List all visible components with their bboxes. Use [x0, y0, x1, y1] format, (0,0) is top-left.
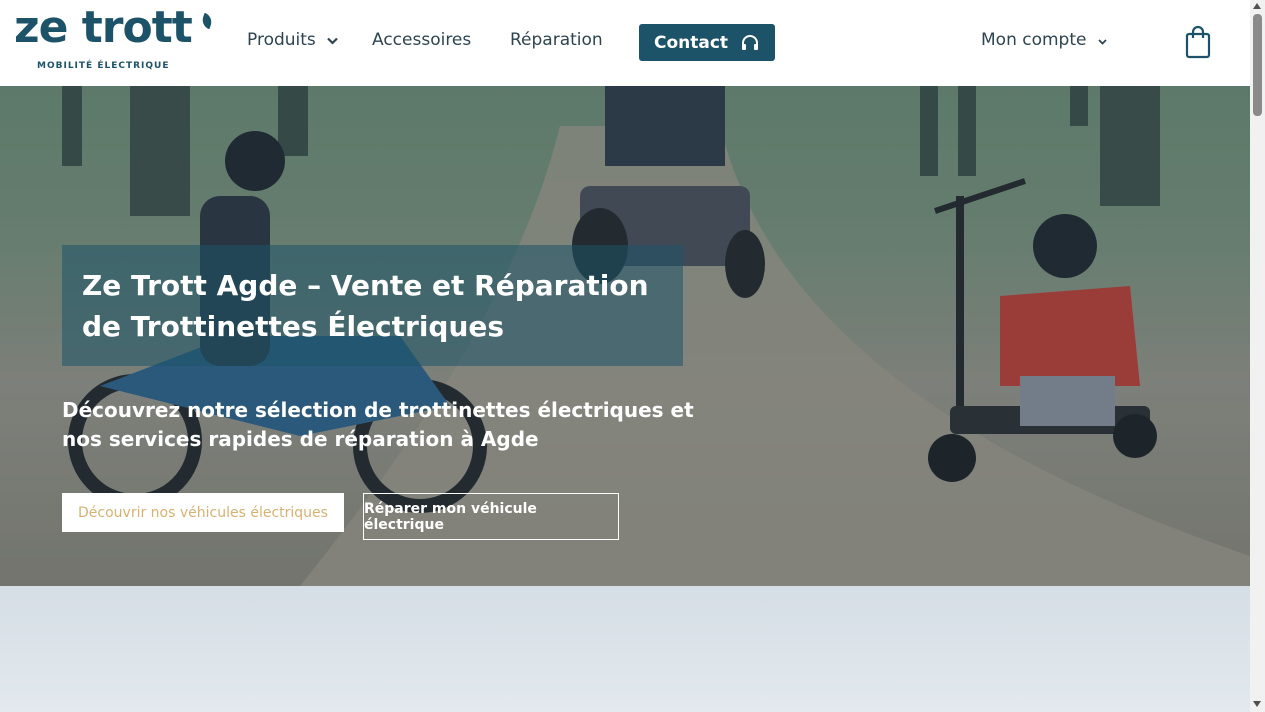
chevron-down-icon [327, 30, 338, 50]
next-section [0, 586, 1250, 712]
hero-title-box: Ze Trott Agde – Vente et Réparation de T… [62, 245, 683, 366]
logo-wordmark: ze trott [14, 2, 193, 53]
discover-vehicles-button[interactable]: Découvrir nos véhicules électriques [62, 493, 344, 532]
page-scrollbar[interactable] [1250, 0, 1265, 712]
scroll-up-arrow-icon[interactable] [1253, 3, 1261, 9]
nav-reparation[interactable]: Réparation [510, 30, 603, 50]
hero-section: Ze Trott Agde – Vente et Réparation de T… [0, 86, 1250, 586]
nav-produits[interactable]: Produits [247, 30, 338, 50]
logo-tagline: MOBILITÉ ÉLECTRIQUE [37, 61, 170, 71]
headphones-icon [740, 34, 760, 52]
chevron-down-icon [1098, 30, 1107, 50]
site-header: ze trott MOBILITÉ ÉLECTRIQUE Produits Ac… [0, 0, 1250, 86]
nav-accessoires[interactable]: Accessoires [372, 30, 471, 50]
scrollbar-thumb[interactable] [1253, 14, 1262, 116]
nav-produits-label: Produits [247, 30, 316, 50]
account-label: Mon compte [981, 30, 1087, 50]
account-menu[interactable]: Mon compte [981, 30, 1107, 50]
repair-vehicle-button[interactable]: Réparer mon véhicule électrique [363, 493, 619, 540]
hero-title: Ze Trott Agde – Vente et Réparation de T… [82, 269, 649, 343]
hero-subtitle: Découvrez notre sélection de trottinette… [62, 398, 694, 451]
contact-button-label: Contact [653, 32, 729, 53]
contact-button[interactable]: Contact [639, 24, 775, 61]
ze-trott-logo[interactable]: ze trott MOBILITÉ ÉLECTRIQUE [14, 6, 215, 74]
shopping-bag-icon[interactable] [1185, 25, 1211, 59]
logo-leaf-mark [199, 12, 215, 30]
scroll-down-arrow-icon[interactable] [1253, 701, 1261, 707]
